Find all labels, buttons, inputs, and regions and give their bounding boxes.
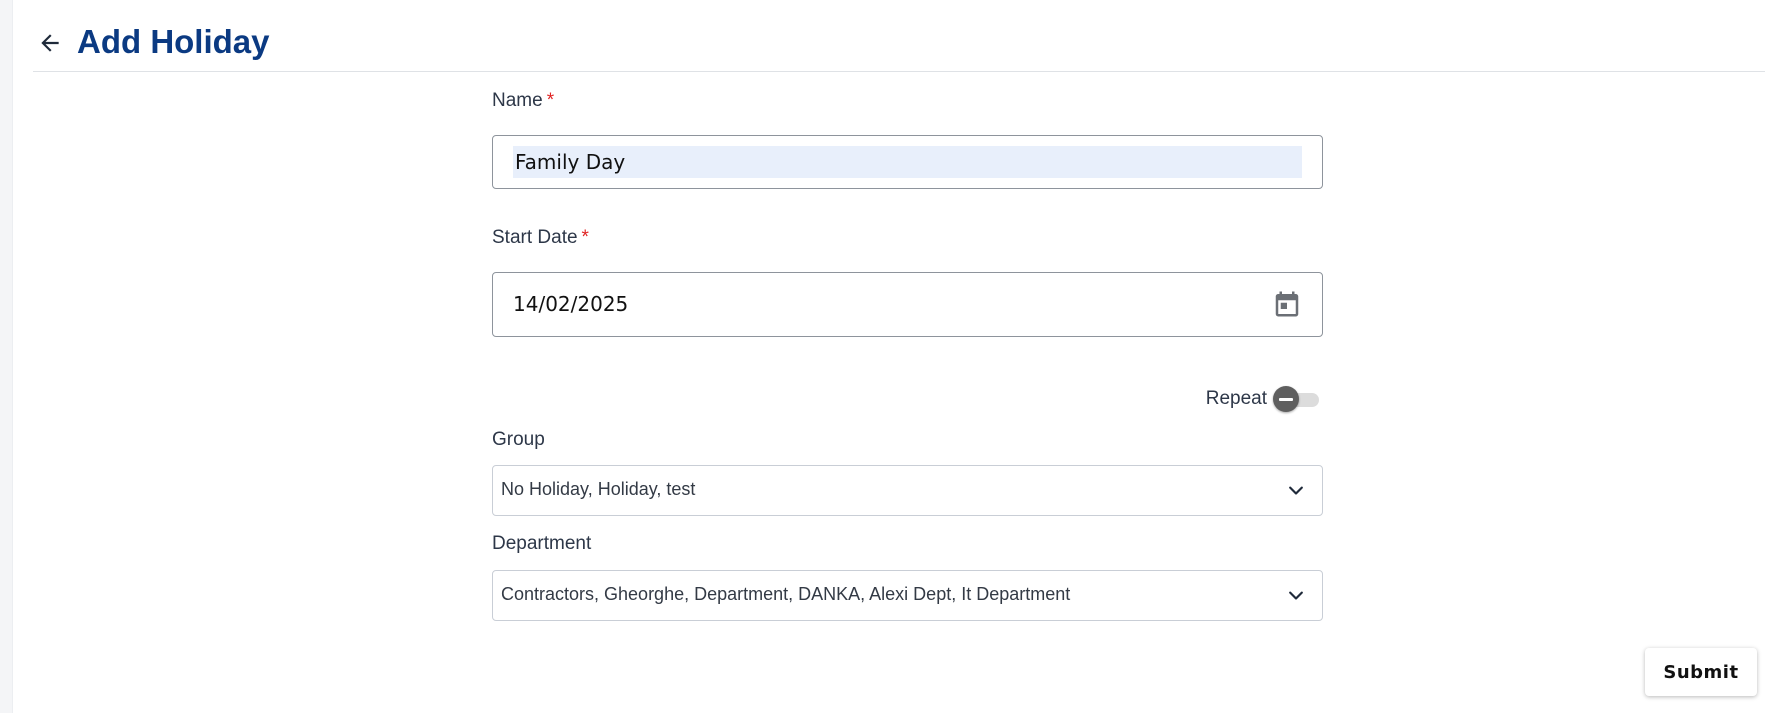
group-select[interactable]: No Holiday, Holiday, test <box>492 465 1323 516</box>
name-label: Name * <box>492 90 554 112</box>
page-header: Add Holiday <box>33 0 1765 72</box>
submit-button[interactable]: Submit <box>1645 648 1757 696</box>
repeat-row: Repeat <box>1206 384 1323 414</box>
minus-icon <box>1273 386 1299 412</box>
left-rail <box>0 0 13 713</box>
department-label: Department <box>492 533 592 554</box>
repeat-toggle[interactable] <box>1273 385 1323 413</box>
department-selected-value: Contractors, Gheorghe, Department, DANKA… <box>501 584 1071 604</box>
start-date-required-mark: * <box>581 227 589 248</box>
group-label: Group <box>492 429 545 450</box>
group-selected-value: No Holiday, Holiday, test <box>501 479 696 499</box>
start-date-input[interactable] <box>513 287 1233 321</box>
name-label-text: Name <box>492 90 543 111</box>
arrow-left-icon <box>41 34 59 52</box>
calendar-button[interactable] <box>1272 289 1302 319</box>
name-required-mark: * <box>546 90 555 111</box>
back-button[interactable] <box>37 30 63 56</box>
start-date-field[interactable] <box>492 272 1323 337</box>
repeat-label: Repeat <box>1205 388 1267 409</box>
name-input[interactable] <box>513 146 1302 178</box>
calendar-icon <box>1275 291 1299 317</box>
page-title: Add Holiday <box>77 23 270 60</box>
start-date-label-text: Start Date <box>492 227 578 248</box>
start-date-label: Start Date * <box>492 227 589 249</box>
chevron-down-icon <box>1289 591 1303 600</box>
chevron-down-icon <box>1289 486 1303 495</box>
name-field[interactable] <box>492 135 1323 189</box>
department-select[interactable]: Contractors, Gheorghe, Department, DANKA… <box>492 570 1323 621</box>
